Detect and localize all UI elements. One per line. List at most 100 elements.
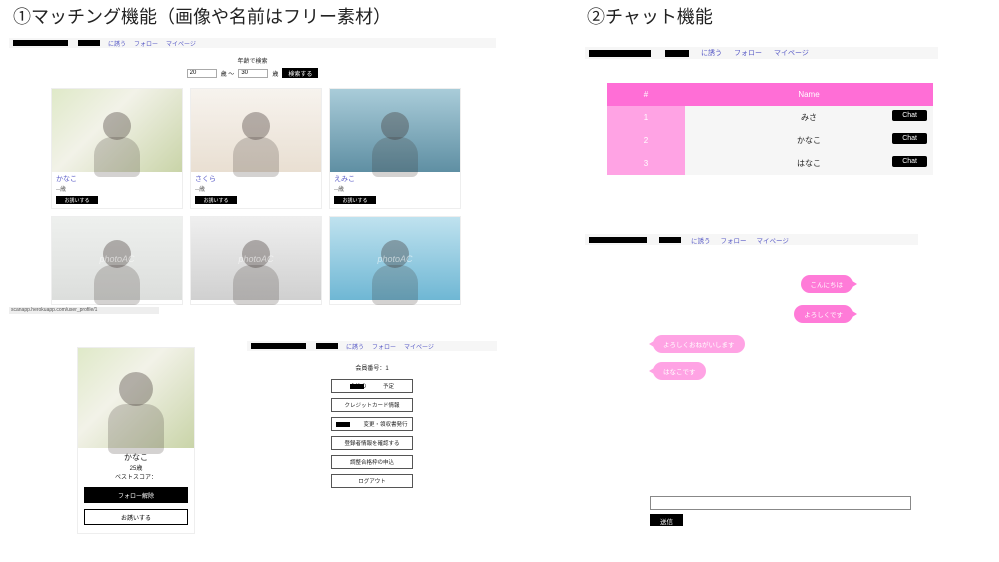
match-card[interactable]: photoAC xyxy=(329,216,461,305)
profile-panel: かなこ 25歳 ベストスコア： フォロー解除 お誘いする xyxy=(77,347,195,534)
user-block xyxy=(78,40,100,46)
section-title-chat: ②チャット機能 xyxy=(587,3,713,29)
invite-button[interactable]: お誘いする xyxy=(334,196,376,204)
menu-item-label: ログアウト xyxy=(358,477,386,485)
profile-photo: photoAC xyxy=(52,217,182,300)
menu-item[interactable]: クレジットカード情報 xyxy=(331,398,413,412)
chatlist-panel: に誘う フォロー マイページ # Name 1 みさ Chat 2 かなこ Ch… xyxy=(585,47,938,175)
profile-photo-large xyxy=(78,348,194,448)
age-unit-to: 歳 xyxy=(272,69,278,78)
menu-item[interactable]: 調整合格枠の申込 xyxy=(331,455,413,469)
row-name-cell: はなこ Chat xyxy=(685,152,933,175)
menu-item[interactable]: 今後の 予定 xyxy=(331,379,413,393)
chat-input-row: 送信 xyxy=(650,496,911,526)
table-row: 3 はなこ Chat xyxy=(607,152,933,175)
profile-photo xyxy=(191,89,321,172)
chat-button[interactable]: Chat xyxy=(892,156,927,167)
bubble-text: よろしくおねがいします xyxy=(663,342,735,349)
age-to-input[interactable] xyxy=(238,69,268,78)
table-row: 2 かなこ Chat xyxy=(607,129,933,152)
card-age: --歳 xyxy=(330,184,460,193)
menu-item-label: 登録者情報を確認する xyxy=(344,439,399,447)
profile-photo: photoAC xyxy=(330,217,460,300)
card-age: --歳 xyxy=(191,184,321,193)
menu-item[interactable]: 変更・領収書発行 xyxy=(331,417,413,431)
profile-age: 25歳 xyxy=(78,463,194,472)
unfollow-button[interactable]: フォロー解除 xyxy=(84,487,188,503)
nav-invite[interactable]: に誘う xyxy=(108,39,126,48)
search-button[interactable]: 検索する xyxy=(282,68,318,78)
send-button[interactable]: 送信 xyxy=(650,514,683,526)
bubble-text: こんにちは xyxy=(811,282,844,289)
invite-button[interactable]: お誘いする xyxy=(56,196,98,204)
navbar: に誘う フォロー マイページ xyxy=(9,38,496,48)
match-card[interactable]: さくら --歳 お誘いする xyxy=(190,88,322,209)
thread: こんにちは よろしくです よろしくおねがいします はなこです xyxy=(585,245,918,490)
nav-mypage[interactable]: マイページ xyxy=(757,235,789,245)
nav-mypage[interactable]: マイページ xyxy=(404,342,434,351)
match-card[interactable]: かなこ --歳 お誘いする xyxy=(51,88,183,209)
age-unit-from: 歳 〜 xyxy=(221,69,235,78)
chat-table: # Name 1 みさ Chat 2 かなこ Chat 3 はなこ Chat xyxy=(607,83,933,175)
user-block xyxy=(659,237,681,243)
search-label: 年齢で検索 xyxy=(9,56,496,65)
nav-invite[interactable]: に誘う xyxy=(346,342,364,351)
menu-item-label: 変更・領収書発行 xyxy=(352,420,407,428)
brand-block xyxy=(589,50,651,57)
invite-button[interactable]: お誘いする xyxy=(84,509,188,525)
match-grid: かなこ --歳 お誘いする さくら --歳 お誘いする えみこ --歳 お誘いす… xyxy=(51,88,481,305)
menu-item-label: クレジットカード情報 xyxy=(344,401,399,409)
chat-bubble: よろしくです xyxy=(794,305,853,323)
navbar: に誘う フォロー マイページ xyxy=(585,47,938,59)
menu-title: 会員番号：1 xyxy=(355,363,388,372)
col-name-head: Name xyxy=(685,83,933,106)
age-from-input[interactable] xyxy=(187,69,217,78)
nav-follow[interactable]: フォロー xyxy=(721,235,747,245)
menu-item[interactable]: 登録者情報を確認する xyxy=(331,436,413,450)
chat-bubble: こんにちは xyxy=(801,275,854,293)
section-title-matching: ①マッチング機能（画像や名前はフリー素材） xyxy=(13,3,391,29)
status-bar: scanapp.herokuapp.com/user_profile/1 xyxy=(9,307,159,314)
row-name: はなこ xyxy=(797,159,821,168)
chat-button[interactable]: Chat xyxy=(892,133,927,144)
chat-bubble: よろしくおねがいします xyxy=(653,335,745,353)
nav-invite[interactable]: に誘う xyxy=(691,235,711,245)
brand-block xyxy=(589,237,647,243)
profile-photo xyxy=(330,89,460,172)
row-idx: 3 xyxy=(607,152,685,175)
nav-mypage[interactable]: マイページ xyxy=(774,48,809,58)
row-name-cell: かなこ Chat xyxy=(685,129,933,152)
user-block xyxy=(665,50,689,57)
redacted-block xyxy=(336,422,350,427)
menu-panel: に誘う フォロー マイページ 会員番号：1 今後の 予定 クレジットカード情報 … xyxy=(247,341,497,488)
profile-photo: photoAC xyxy=(191,217,321,300)
card-age: --歳 xyxy=(52,184,182,193)
search-area: 年齢で検索 歳 〜 歳 検索する xyxy=(9,56,496,78)
invite-button[interactable]: お誘いする xyxy=(195,196,237,204)
navbar: に誘う フォロー マイページ xyxy=(247,341,497,351)
bubble-text: はなこです xyxy=(663,369,696,376)
nav-follow[interactable]: フォロー xyxy=(734,48,762,58)
chat-bubble: はなこです xyxy=(653,362,706,380)
table-head: # Name xyxy=(607,83,933,106)
nav-mypage[interactable]: マイページ xyxy=(166,39,196,48)
brand-block xyxy=(13,40,68,46)
chat-thread-panel: に誘う フォロー マイページ こんにちは よろしくです よろしくおねがいします … xyxy=(585,234,918,490)
user-block xyxy=(316,343,338,349)
matching-panel: に誘う フォロー マイページ 年齢で検索 歳 〜 歳 検索する かなこ --歳 … xyxy=(9,38,496,305)
profile-score: ベストスコア： xyxy=(78,472,194,481)
bubble-text: よろしくです xyxy=(804,312,843,319)
nav-follow[interactable]: フォロー xyxy=(372,342,396,351)
redacted-block xyxy=(350,384,364,389)
match-card[interactable]: photoAC xyxy=(190,216,322,305)
match-card[interactable]: えみこ --歳 お誘いする xyxy=(329,88,461,209)
row-name: みさ xyxy=(801,113,817,122)
nav-invite[interactable]: に誘う xyxy=(701,48,722,58)
menu-item-label: 調整合格枠の申込 xyxy=(350,458,394,466)
chat-input[interactable] xyxy=(650,496,911,510)
nav-follow[interactable]: フォロー xyxy=(134,39,158,48)
chat-button[interactable]: Chat xyxy=(892,110,927,121)
row-name-cell: みさ Chat xyxy=(685,106,933,129)
match-card[interactable]: photoAC xyxy=(51,216,183,305)
menu-item[interactable]: ログアウト xyxy=(331,474,413,488)
